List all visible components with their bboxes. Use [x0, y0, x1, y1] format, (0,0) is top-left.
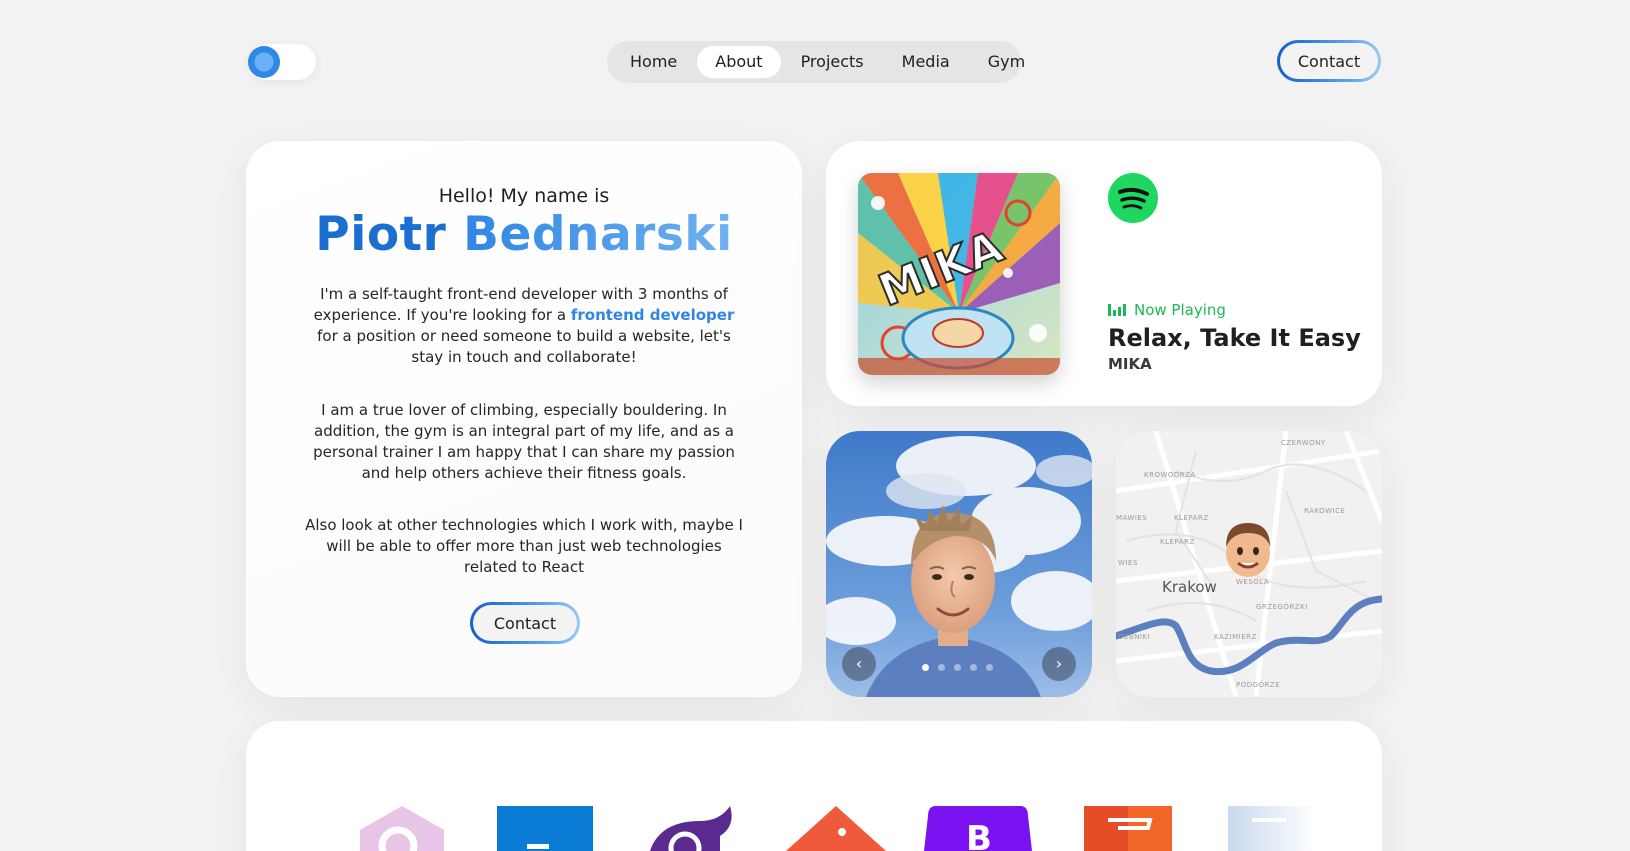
- redux-saga-icon: [650, 806, 732, 851]
- nav-gym[interactable]: Gym: [970, 46, 1043, 78]
- intro-contact-label: Contact: [473, 605, 577, 641]
- album-cover[interactable]: MIKA: [858, 173, 1060, 375]
- greeting: Hello! My name is: [438, 185, 610, 207]
- district-label: PODGÓRZE: [1236, 681, 1281, 689]
- carousel-dot[interactable]: [954, 664, 961, 671]
- bootstrap-icon: B: [924, 806, 1032, 851]
- chevron-right-icon: ›: [1055, 654, 1063, 673]
- district-label: WIES: [1118, 559, 1138, 567]
- nav-about[interactable]: About: [697, 46, 781, 78]
- equalizer-icon: [1108, 304, 1126, 316]
- avatar: [1226, 523, 1270, 577]
- carousel-prev-button[interactable]: ‹: [842, 647, 876, 681]
- artist-name: MIKA: [1108, 355, 1152, 373]
- intro-card: Hello! My name is Piotr Bednarski I'm a …: [246, 141, 802, 697]
- name-heading: Piotr Bednarski: [246, 207, 802, 262]
- city-label: Krakow: [1162, 578, 1217, 596]
- chevron-left-icon: ‹: [855, 654, 863, 673]
- main-nav: Home About Projects Media Gym: [607, 41, 1025, 83]
- location-map[interactable]: CZERWONY KROWODRZA KLEPARZ RAKOWICE KLEP…: [1116, 431, 1382, 697]
- district-label: RAKOWICE: [1304, 507, 1346, 515]
- git-icon: [786, 806, 886, 851]
- typescript-icon: [497, 806, 593, 851]
- intro-text-end: for a position or need someone to build …: [317, 327, 731, 366]
- intro-contact-button[interactable]: Contact: [470, 602, 580, 644]
- now-playing-status: Now Playing: [1108, 301, 1226, 319]
- toggle-knob: [248, 46, 280, 78]
- nav-projects[interactable]: Projects: [783, 46, 882, 78]
- carousel-dot[interactable]: [986, 664, 993, 671]
- photo-carousel: ‹ ›: [826, 431, 1092, 697]
- html5-icon: [1084, 806, 1172, 851]
- district-label: MAWIES: [1116, 514, 1148, 522]
- district-label: KLEPARZ: [1174, 514, 1209, 522]
- district-label: KAZIMIERZ: [1214, 633, 1257, 641]
- last-name: Bednarski: [463, 207, 733, 262]
- spotify-icon[interactable]: [1108, 173, 1158, 223]
- song-title: Relax, Take It Easy: [1108, 324, 1361, 352]
- district-label: KROWODRZA: [1144, 471, 1196, 479]
- header-contact-label: Contact: [1280, 43, 1378, 79]
- carousel-dot[interactable]: [938, 664, 945, 671]
- hobby-paragraph: I am a true lover of climbing, especiall…: [313, 401, 735, 482]
- district-label: CZERWONY: [1281, 439, 1326, 447]
- nav-media[interactable]: Media: [884, 46, 968, 78]
- nav-home[interactable]: Home: [612, 46, 695, 78]
- carousel-dot[interactable]: [970, 664, 977, 671]
- svg-text:B: B: [966, 819, 992, 851]
- district-label: KLEPARZ: [1160, 538, 1195, 546]
- district-label: WESOLA: [1236, 578, 1270, 586]
- carousel-dots: [922, 664, 993, 671]
- intro-paragraph: I'm a self-taught front-end developer wi…: [304, 284, 744, 368]
- carousel-dot[interactable]: [922, 664, 929, 671]
- header-contact-button[interactable]: Contact: [1277, 40, 1381, 82]
- district-label: DEBNIKI: [1118, 633, 1151, 641]
- first-name: Piotr: [315, 207, 447, 262]
- spotify-card: MIKA Now Playing Relax, Take It Easy MIK…: [826, 141, 1382, 406]
- district-label: GRZEGÓRZKI: [1256, 603, 1308, 611]
- csharp-icon: [360, 806, 444, 851]
- css3-icon: [1228, 806, 1316, 851]
- highlight-frontend-developer: frontend developer: [570, 306, 735, 324]
- theme-toggle[interactable]: [248, 44, 316, 80]
- tech-paragraph: Also look at other technologies which I …: [305, 516, 743, 576]
- now-playing-label: Now Playing: [1134, 301, 1226, 319]
- carousel-next-button[interactable]: ›: [1042, 647, 1076, 681]
